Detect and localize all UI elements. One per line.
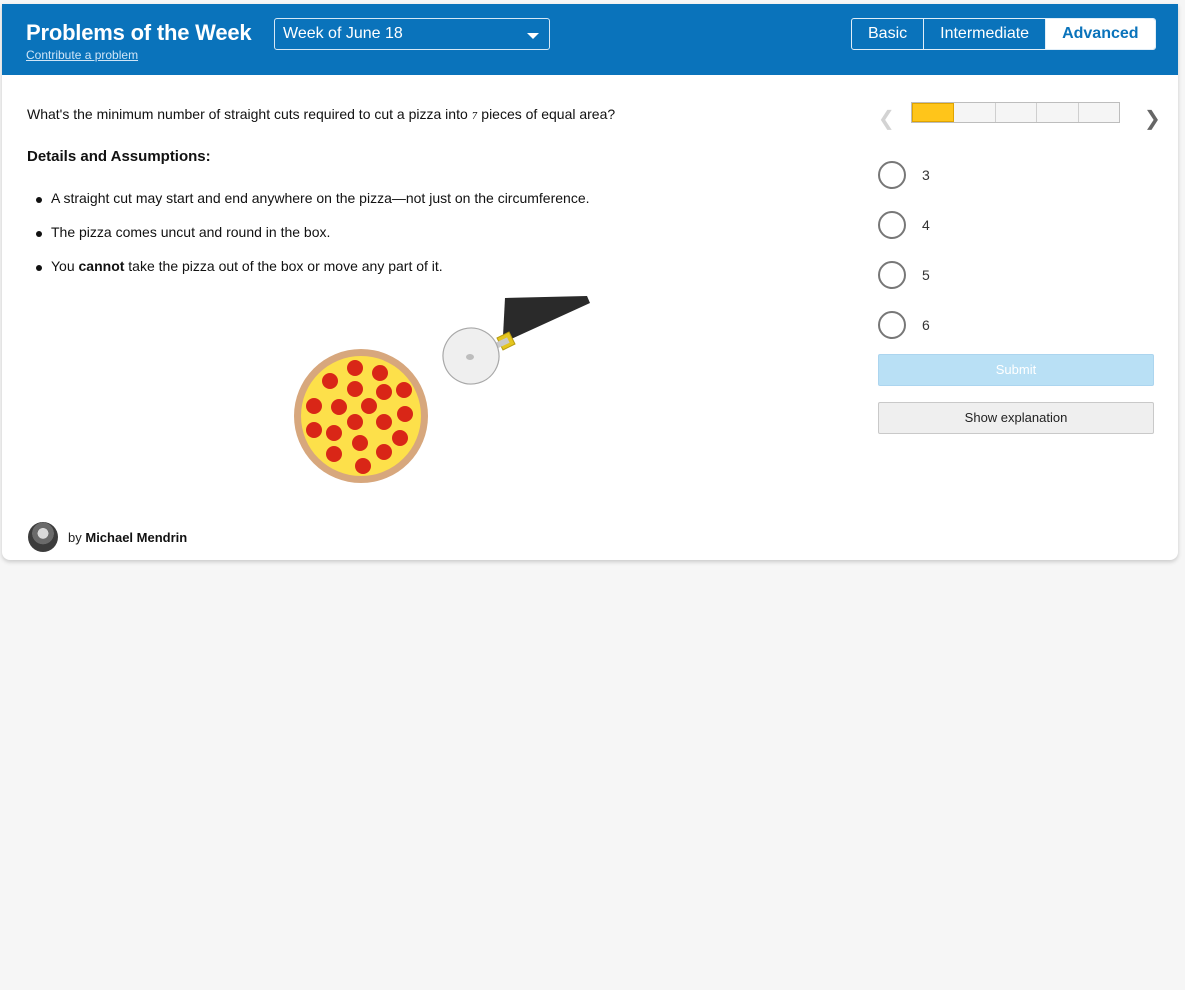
author-name[interactable]: Michael Mendrin xyxy=(85,530,187,545)
assumptions-list: A straight cut may start and end anywher… xyxy=(27,190,590,292)
answer-options: 3 4 5 6 xyxy=(878,150,930,350)
level-intermediate-button[interactable]: Intermediate xyxy=(924,19,1047,49)
contribute-link[interactable]: Contribute a problem xyxy=(26,48,138,62)
show-explanation-button[interactable]: Show explanation xyxy=(878,402,1154,434)
question-variable: 7 xyxy=(471,112,478,122)
progress-bar xyxy=(911,102,1120,123)
problem-question: What's the minimum number of straight cu… xyxy=(27,106,615,122)
bullet-text: The pizza comes uncut and round in the b… xyxy=(51,224,331,240)
answer-option[interactable]: 4 xyxy=(878,200,930,250)
bullet-text: A straight cut may start and end anywher… xyxy=(51,190,590,206)
answer-label: 3 xyxy=(922,167,930,183)
header-bar: Problems of the Week Contribute a proble… xyxy=(2,4,1178,75)
chevron-right-icon[interactable]: ❯ xyxy=(1144,106,1161,131)
list-item: The pizza comes uncut and round in the b… xyxy=(27,224,590,258)
progress-segment xyxy=(1037,103,1079,122)
radio-button[interactable] xyxy=(878,311,906,339)
avatar[interactable] xyxy=(28,522,58,552)
caret-down-icon xyxy=(527,33,539,39)
answer-option[interactable]: 3 xyxy=(878,150,930,200)
bullet-text-start: You xyxy=(51,258,75,274)
bullet-emphasis: cannot xyxy=(78,258,125,274)
bullet-text-end: take the pizza out of the box or move an… xyxy=(128,258,443,274)
answer-option[interactable]: 5 xyxy=(878,250,930,300)
author-info: by Michael Mendrin xyxy=(28,522,187,552)
list-item: A straight cut may start and end anywher… xyxy=(27,190,590,224)
pizza-icon xyxy=(294,349,428,483)
question-text-start: What's the minimum number of straight cu… xyxy=(27,106,468,122)
page-title: Problems of the Week xyxy=(26,20,252,45)
radio-button[interactable] xyxy=(878,211,906,239)
pizza-cutter-icon xyxy=(442,296,590,385)
progress-segment xyxy=(996,103,1038,122)
radio-button[interactable] xyxy=(878,161,906,189)
answer-option[interactable]: 6 xyxy=(878,300,930,350)
level-advanced-button[interactable]: Advanced xyxy=(1046,19,1155,49)
submit-button[interactable]: Submit xyxy=(878,354,1154,386)
chevron-left-icon[interactable]: ❮ xyxy=(878,106,895,131)
author-line: by Michael Mendrin xyxy=(68,530,187,545)
level-toggle: Basic Intermediate Advanced xyxy=(851,18,1156,50)
week-dropdown[interactable]: Week of June 18 xyxy=(274,18,550,50)
level-basic-button[interactable]: Basic xyxy=(852,19,925,49)
progress-segment xyxy=(954,103,996,122)
details-heading: Details and Assumptions: xyxy=(27,148,211,165)
pizza-illustration xyxy=(294,296,590,483)
answer-label: 5 xyxy=(922,267,930,283)
list-item: You cannot take the pizza out of the box… xyxy=(27,258,590,292)
problem-card: Problems of the Week Contribute a proble… xyxy=(2,4,1178,560)
progress-segment xyxy=(912,103,955,122)
week-dropdown-value: Week of June 18 xyxy=(283,25,403,42)
answer-label: 4 xyxy=(922,217,930,233)
radio-button[interactable] xyxy=(878,261,906,289)
answer-label: 6 xyxy=(922,317,930,333)
question-text-end: pieces of equal area? xyxy=(481,106,616,122)
author-by: by xyxy=(68,529,82,545)
progress-segment xyxy=(1079,103,1119,122)
